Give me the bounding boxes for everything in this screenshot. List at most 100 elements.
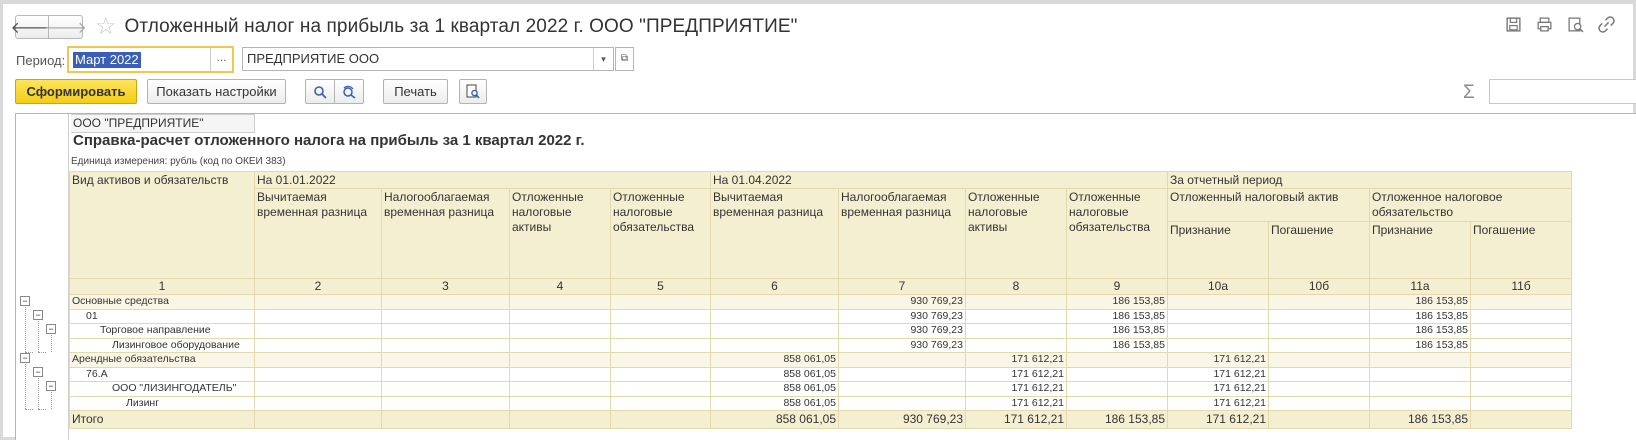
table-cell	[1066, 366, 1168, 382]
table-cell	[965, 294, 1067, 310]
search-next-icon	[343, 85, 356, 99]
organization-select[interactable]: ПРЕДПРИЯТИЕ ООО ▾	[242, 47, 614, 71]
title-bar: 🡐 🡒 ☆ Отложенный налог на прибыль за 1 к…	[11, 14, 797, 40]
print-preview-button[interactable]	[459, 79, 487, 104]
table-cell	[1066, 352, 1168, 368]
column-number: 10а	[1167, 278, 1269, 295]
table-cell: 858 061,05	[710, 366, 839, 382]
organization-value: ПРЕДПРИЯТИЕ ООО	[247, 51, 380, 66]
generate-button[interactable]: Сформировать	[15, 79, 137, 104]
total-label: Итого	[69, 410, 255, 429]
table-cell: 186 153,85	[1066, 323, 1168, 339]
header-repayment: Погашение	[1470, 221, 1572, 279]
table-cell	[1268, 395, 1370, 411]
table-cell	[610, 337, 711, 353]
table-cell: 171 612,21	[1167, 352, 1269, 368]
open-organization-icon[interactable]: ⧉	[615, 47, 634, 71]
report-title: Справка-расчет отложенного налога на при…	[73, 132, 585, 149]
report-area[interactable]: − − − − − − ООО "ПРЕДПРИЯТИЕ" Справка-ра…	[15, 113, 1636, 440]
table-cell	[1066, 381, 1168, 397]
table-cell	[381, 308, 510, 324]
table-cell: 171 612,21	[1167, 366, 1269, 382]
table-cell	[1369, 366, 1471, 382]
table-cell	[509, 366, 611, 382]
table-cell	[254, 352, 382, 368]
table-cell: 186 153,85	[1369, 294, 1471, 310]
print-preview-icon	[466, 84, 480, 99]
header-assets: Отложенные налоговые активы	[509, 188, 611, 279]
table-row: Торговое направление 930 769,23 186 153,85…	[69, 323, 1572, 339]
table-cell	[1470, 395, 1572, 411]
column-number: 8	[965, 278, 1067, 295]
table-cell	[710, 337, 839, 353]
table-cell	[710, 308, 839, 324]
table-cell	[610, 410, 711, 429]
table-cell	[965, 308, 1067, 324]
table-cell	[254, 381, 382, 397]
print-button[interactable]: Печать	[383, 79, 448, 104]
table-cell	[838, 352, 966, 368]
table-cell	[509, 395, 611, 411]
total-cell: 171 612,21	[965, 410, 1067, 429]
show-settings-button[interactable]: Показать настройки	[147, 79, 286, 104]
save-icon[interactable]	[1505, 16, 1522, 33]
print-icon[interactable]	[1536, 16, 1553, 33]
table-cell	[1167, 294, 1269, 310]
sum-icon[interactable]: Σ	[1463, 82, 1475, 104]
table-row: Основные средства 930 769,23 186 153,85 186…	[69, 294, 1572, 310]
table-cell: 186 153,85	[1369, 323, 1471, 339]
table-cell: 858 061,05	[710, 395, 839, 411]
table-cell	[509, 352, 611, 368]
table-cell	[1470, 308, 1572, 324]
column-number: 4	[509, 278, 611, 295]
table-cell: 930 769,23	[838, 337, 966, 353]
row-label: Лизинговое оборудование	[69, 337, 255, 353]
row-label: 01	[69, 308, 255, 324]
total-cell: 858 061,05	[710, 410, 839, 429]
search-next-button[interactable]	[334, 79, 364, 104]
table-cell	[254, 337, 382, 353]
header-recognition: Признание	[1369, 221, 1471, 279]
table-cell: 171 612,21	[1167, 395, 1269, 411]
table-cell	[509, 323, 611, 339]
table-cell	[381, 294, 510, 310]
table-cell: 171 612,21	[965, 366, 1067, 382]
table-cell	[254, 294, 382, 310]
collapse-icon[interactable]: −	[20, 296, 30, 306]
table-cell	[1167, 337, 1269, 353]
favorite-star-icon[interactable]: ☆	[95, 15, 117, 39]
table-cell	[1470, 294, 1572, 310]
report-window: 🡐 🡒 ☆ Отложенный налог на прибыль за 1 к…	[0, 0, 1636, 440]
collapse-icon[interactable]: −	[46, 324, 56, 334]
collapse-icon[interactable]: −	[33, 367, 43, 377]
chevron-down-icon[interactable]: ▾	[593, 48, 613, 70]
preview-icon[interactable]	[1567, 16, 1584, 33]
tree-line	[38, 378, 39, 409]
table-cell	[254, 410, 382, 429]
table-cell	[381, 337, 510, 353]
forward-button[interactable]: 🡒	[44, 15, 87, 39]
table-cell	[254, 323, 382, 339]
table-cell: 858 061,05	[710, 381, 839, 397]
title-actions	[1505, 16, 1615, 33]
link-icon[interactable]	[1598, 16, 1615, 33]
table-cell	[381, 366, 510, 382]
search-button[interactable]	[305, 79, 335, 104]
report-table: Вид активов и обязательств На 01.01.2022…	[69, 171, 1572, 429]
table-cell	[381, 352, 510, 368]
table-cell	[838, 366, 966, 382]
table-cell: 858 061,05	[710, 352, 839, 368]
header-recognition: Признание	[1167, 221, 1269, 279]
collapse-icon[interactable]: −	[20, 353, 30, 363]
period-select-button[interactable]: ...	[210, 48, 232, 71]
total-cell: 930 769,23	[838, 410, 966, 429]
collapse-icon[interactable]: −	[46, 381, 56, 391]
collapse-icon[interactable]: −	[33, 310, 43, 320]
header-taxable: Налогооблагаемая временная разница	[838, 188, 966, 279]
total-cell: 186 153,85	[1066, 410, 1168, 429]
period-input[interactable]: Март 2022 ...	[67, 46, 234, 73]
header-liabilities: Отложенные налоговые обязательства	[1066, 188, 1168, 279]
tree-line	[51, 335, 52, 352]
table-cell	[1268, 294, 1370, 310]
row-label: ООО "ЛИЗИНГОДАТЕЛЬ"	[69, 381, 255, 397]
